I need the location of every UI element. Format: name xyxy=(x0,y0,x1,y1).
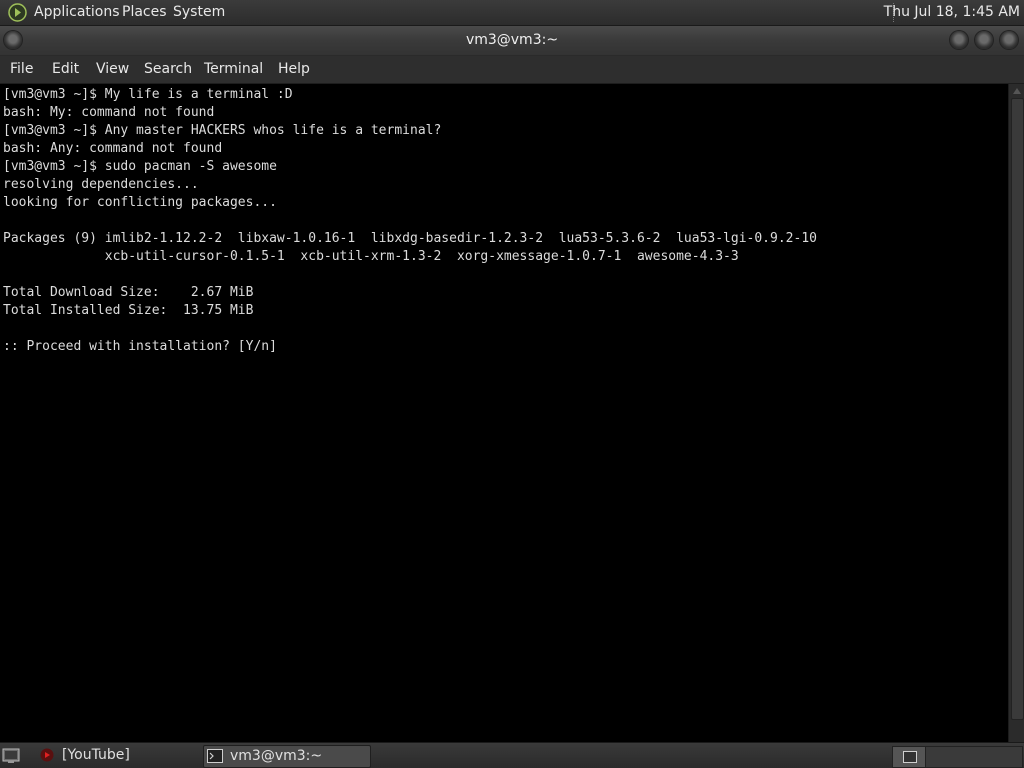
terminal-line: bash: My: command not found xyxy=(3,105,215,120)
terminal-lines: [vm3@vm3 ~]$ My life is a terminal :D ba… xyxy=(3,86,817,356)
window-title: vm3@vm3:~ xyxy=(465,32,559,48)
window-titlebar[interactable]: vm3@vm3:~ xyxy=(0,26,1024,56)
scroll-up-arrow-icon[interactable] xyxy=(1013,88,1021,94)
top-panel: Applications Places System Thu Jul 18, 1… xyxy=(0,0,1024,26)
terminal-icon xyxy=(207,749,223,763)
clock[interactable]: Thu Jul 18, 1:45 AM xyxy=(884,4,1020,20)
task-label: [YouTube] xyxy=(62,747,130,763)
bottom-taskbar: [YouTube] vm3@vm3:~ xyxy=(0,742,1024,768)
task-button-terminal[interactable]: vm3@vm3:~ xyxy=(203,745,371,768)
menu-help[interactable]: Help xyxy=(278,61,310,77)
terminal-line: bash: Any: command not found xyxy=(3,141,223,156)
terminal-line: Total Download Size: 2.67 MiB xyxy=(3,285,254,300)
terminal-line: Total Installed Size: 13.75 MiB xyxy=(3,303,254,318)
terminal-line: [vm3@vm3 ~]$ Any master HACKERS whos lif… xyxy=(3,123,442,138)
menu-search[interactable]: Search xyxy=(144,61,192,77)
terminal-line: [vm3@vm3 ~]$ sudo pacman -S awesome xyxy=(3,159,277,174)
terminal-line: resolving dependencies... xyxy=(3,177,199,192)
mate-logo-icon[interactable] xyxy=(8,3,27,22)
terminal-line: xcb-util-cursor-0.1.5-1 xcb-util-xrm-1.3… xyxy=(3,249,739,264)
terminal-prompt-line: :: Proceed with installation? [Y/n] xyxy=(3,339,277,354)
terminal-menubar: File Edit View Search Terminal Help xyxy=(0,56,1024,84)
workspace-switcher[interactable] xyxy=(892,746,926,768)
workspace-2[interactable] xyxy=(925,746,1023,768)
terminal-line: [vm3@vm3 ~]$ My life is a terminal :D xyxy=(3,87,293,102)
desktop-screen: Applications Places System Thu Jul 18, 1… xyxy=(0,0,1024,768)
menu-edit[interactable]: Edit xyxy=(52,61,79,77)
menu-file[interactable]: File xyxy=(10,61,33,77)
terminal-line: Packages (9) imlib2-1.12.2-2 libxaw-1.0.… xyxy=(3,231,817,246)
workspace-window-icon xyxy=(903,751,917,763)
youtube-icon xyxy=(40,748,54,762)
task-label: vm3@vm3:~ xyxy=(230,748,323,764)
show-desktop-icon[interactable] xyxy=(2,747,20,764)
menu-view[interactable]: View xyxy=(96,61,129,77)
maximize-button[interactable] xyxy=(975,31,993,49)
close-button[interactable] xyxy=(1000,31,1018,49)
terminal-line: looking for conflicting packages... xyxy=(3,195,277,210)
terminal-scrollbar[interactable] xyxy=(1008,84,1024,742)
scrollbar-thumb[interactable] xyxy=(1011,98,1024,720)
applications-menu[interactable]: Applications xyxy=(34,4,120,20)
task-button-youtube[interactable]: [YouTube] xyxy=(36,745,198,766)
minimize-button[interactable] xyxy=(950,31,968,49)
terminal-output-area[interactable]: [vm3@vm3 ~]$ My life is a terminal :D ba… xyxy=(0,84,1008,742)
menu-terminal[interactable]: Terminal xyxy=(204,61,263,77)
places-menu[interactable]: Places xyxy=(122,4,167,20)
system-menu[interactable]: System xyxy=(173,4,225,20)
